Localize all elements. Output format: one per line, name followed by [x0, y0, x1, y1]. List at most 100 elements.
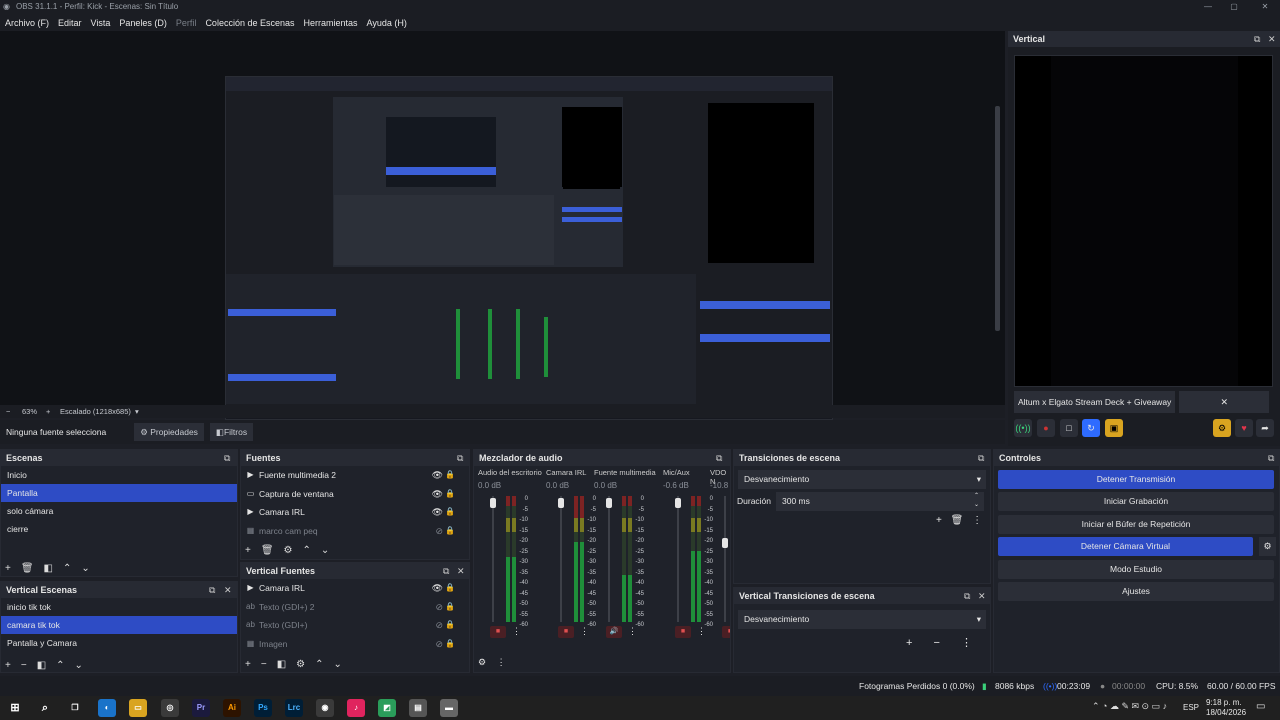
eye-hidden-icon[interactable]: ⊘ [435, 635, 443, 654]
mute-icon[interactable]: ■ [675, 626, 691, 638]
vertical-source-item[interactable]: ▶ Camara IRL 👁 🔒 [241, 579, 469, 598]
virtualcam-icon[interactable]: ▣ [1105, 419, 1123, 437]
more-icon[interactable]: ⋮ [497, 657, 506, 667]
down-icon[interactable]: ⌄ [334, 659, 342, 670]
eye-hidden-icon[interactable]: ⊘ [435, 598, 443, 617]
add-icon[interactable]: + [936, 515, 942, 526]
volume-fader[interactable] [724, 496, 726, 622]
more-icon[interactable]: ⋮ [512, 626, 521, 637]
studio-mode-button[interactable]: Modo Estudio [998, 560, 1274, 579]
search-icon[interactable]: ⌕ [36, 699, 54, 717]
fader-handle[interactable] [722, 538, 728, 548]
clock-date[interactable]: 18/04/2026 [1206, 708, 1246, 717]
scene-item[interactable]: solo cámara [1, 502, 237, 520]
chrome-icon[interactable]: ◎ [161, 699, 179, 717]
eye-icon[interactable]: 👁 [432, 503, 443, 522]
gear-icon[interactable]: ⚙ [296, 659, 305, 670]
taskview-icon[interactable]: ❐ [66, 699, 84, 717]
start-record-button[interactable]: Iniciar Grabación [998, 492, 1274, 511]
close-icon[interactable]: ✕ [457, 563, 465, 579]
more-icon[interactable]: ⋮ [697, 626, 706, 637]
heart-icon[interactable]: ♥ [1235, 419, 1253, 437]
menu-perfil[interactable]: Perfil [176, 18, 197, 28]
close-window-button[interactable]: ✕ [1252, 0, 1278, 14]
more-icon[interactable]: ⋮ [580, 626, 589, 637]
menu-editar[interactable]: Editar [58, 18, 82, 28]
lang-indicator[interactable]: ESP [1183, 703, 1199, 712]
vertical-scene-item[interactable]: camara tik tok [1, 616, 237, 634]
float-icon[interactable]: ⧉ [978, 450, 984, 466]
source-item[interactable]: ▦ marco cam peq ⊘ 🔒 [241, 522, 469, 541]
vertical-scene-item[interactable]: inicio tik tok [1, 598, 237, 616]
stop-virtual-cam-button[interactable]: Detener Cámara Virtual [998, 537, 1253, 556]
close-icon[interactable]: ✕ [1268, 31, 1276, 47]
more-icon[interactable]: ⋮ [972, 515, 982, 526]
mute-icon[interactable]: ■ [722, 626, 730, 638]
remove-icon[interactable]: − [934, 637, 940, 649]
add-icon[interactable]: + [245, 659, 251, 670]
mute-icon[interactable]: ■ [558, 626, 574, 638]
windows-start-icon[interactable]: ⊞ [6, 699, 24, 717]
square-icon[interactable]: □ [1060, 419, 1078, 437]
volume-fader[interactable] [677, 496, 679, 622]
add-icon[interactable]: + [5, 563, 11, 574]
down-icon[interactable]: ⌄ [321, 545, 329, 556]
clock-time[interactable]: 9:18 p. m. [1206, 698, 1242, 707]
scene-item[interactable]: cierre [1, 520, 237, 538]
obs-icon[interactable]: ◉ [316, 699, 334, 717]
up-icon[interactable]: ⌃ [56, 660, 64, 671]
source-item[interactable]: ▭ Captura de ventana 👁 🔒 [241, 485, 469, 504]
menu-vista[interactable]: Vista [91, 18, 111, 28]
scale-mode[interactable]: Escalado (1218x685) [60, 405, 131, 418]
spin-icon[interactable]: ⌃ ⌄ [974, 492, 979, 510]
eye-icon[interactable]: 👁 [432, 579, 443, 598]
premiere-icon[interactable]: Pr [192, 699, 210, 717]
window-icon[interactable]: ▬ [440, 699, 458, 717]
volume-fader[interactable] [492, 496, 494, 622]
source-item[interactable]: ▶ Camara IRL 👁 🔒 [241, 503, 469, 522]
filters-button[interactable]: ◧Filtros [209, 423, 254, 441]
lock-icon[interactable]: 🔒 [445, 616, 455, 635]
float-icon[interactable]: ⧉ [1268, 450, 1274, 466]
close-icon[interactable]: ✕ [978, 588, 986, 604]
record-icon[interactable]: ● [1037, 419, 1055, 437]
mute-icon[interactable]: ■ [490, 626, 506, 638]
folder-icon[interactable]: ▭ [129, 699, 147, 717]
filter-icon[interactable]: ◧ [277, 659, 286, 670]
scene-item[interactable]: Inicio [1, 466, 237, 484]
app-icon[interactable]: ◐ [98, 699, 116, 717]
lock-icon[interactable]: 🔒 [445, 598, 455, 617]
fader-handle[interactable] [490, 498, 496, 508]
float-icon[interactable]: ⧉ [209, 582, 215, 598]
lock-icon[interactable]: 🔒 [445, 466, 455, 485]
vertical-close-button[interactable]: ✕ [1179, 391, 1270, 413]
trash-icon[interactable]: 🗑 [21, 563, 34, 574]
fader-handle[interactable] [675, 498, 681, 508]
vertical-source-item[interactable]: ab Texto (GDI+) 2 ⊘ 🔒 [241, 598, 469, 617]
photoshop-icon[interactable]: Ps [254, 699, 272, 717]
zoom-out-button[interactable]: − [6, 405, 10, 418]
filter-icon[interactable]: ◧ [37, 660, 46, 671]
properties-button[interactable]: ⚙ Propiedades [134, 423, 204, 441]
add-icon[interactable]: + [5, 660, 11, 671]
replay-buffer-button[interactable]: Iniciar el Búfer de Repetición [998, 515, 1274, 534]
scene-item[interactable]: Pantalla [1, 484, 237, 502]
add-icon[interactable]: + [906, 637, 912, 649]
menu-paneles[interactable]: Paneles (D) [119, 18, 167, 28]
up-icon[interactable]: ⌃ [303, 545, 311, 556]
add-icon[interactable]: + [245, 545, 251, 556]
menu-herramientas[interactable]: Herramientas [304, 18, 358, 28]
lock-icon[interactable]: 🔒 [445, 579, 455, 598]
menu-coleccion-escenas[interactable]: Colección de Escenas [205, 18, 294, 28]
menu-ayuda[interactable]: Ayuda (H) [367, 18, 407, 28]
eye-icon[interactable]: 👁 [432, 466, 443, 485]
lock-icon[interactable]: 🔒 [445, 503, 455, 522]
virtual-cam-settings-icon[interactable]: ⚙ [1259, 537, 1276, 556]
more-icon[interactable]: ⋮ [628, 626, 637, 637]
lock-icon[interactable]: 🔒 [445, 635, 455, 654]
maximize-button[interactable]: ▢ [1221, 0, 1247, 14]
down-icon[interactable]: ⌄ [75, 660, 83, 671]
up-icon[interactable]: ⌃ [63, 563, 71, 574]
replay-icon[interactable]: ↻ [1082, 419, 1100, 437]
main-preview[interactable] [0, 31, 1005, 420]
